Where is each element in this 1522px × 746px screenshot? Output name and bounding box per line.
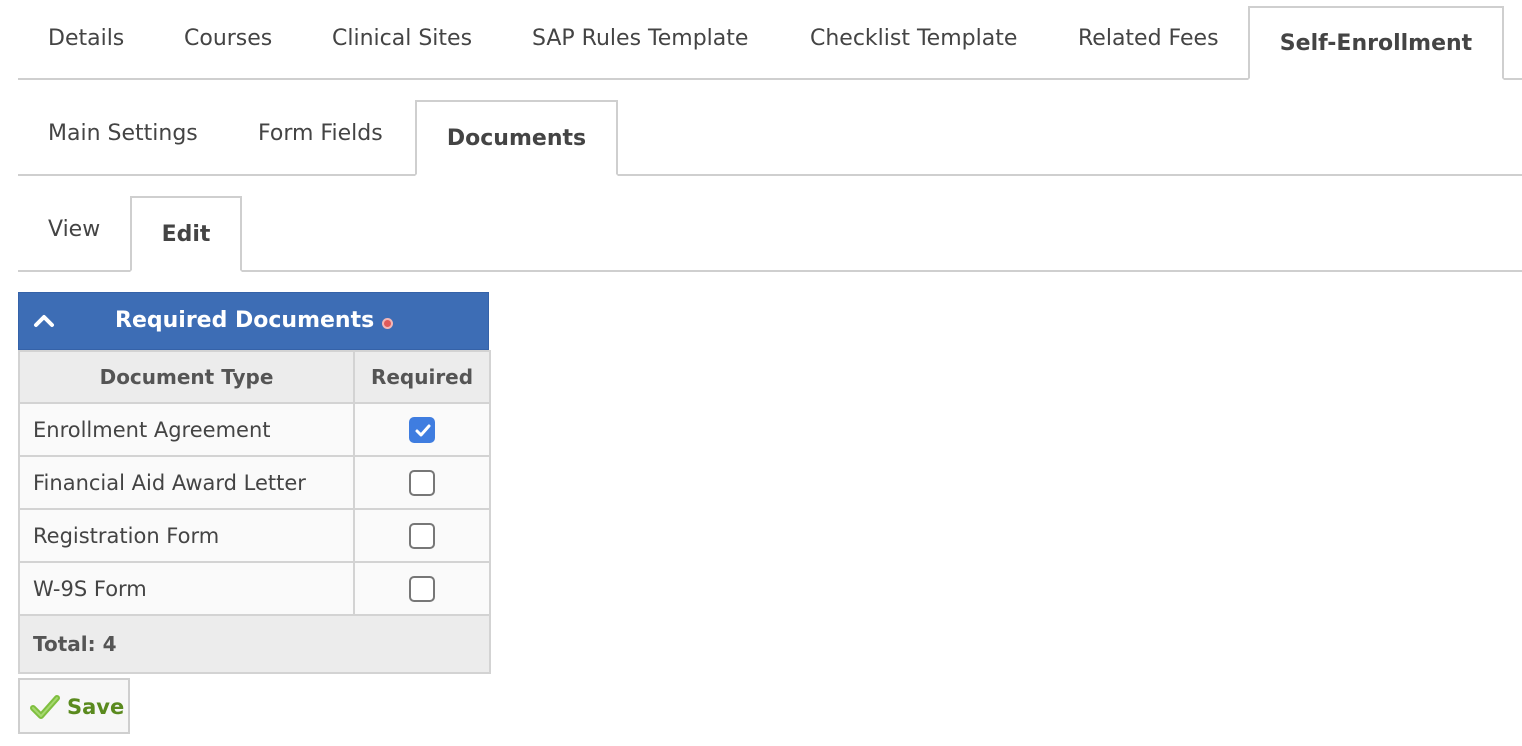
column-header-document-type[interactable]: Document Type bbox=[18, 350, 355, 404]
table-row: Financial Aid Award Letter bbox=[18, 455, 491, 510]
tab-checklist-template[interactable]: Checklist Template bbox=[810, 26, 1017, 51]
save-button[interactable]: Save bbox=[18, 678, 130, 734]
mode-tab-bar: View Edit bbox=[18, 196, 1522, 272]
tab-courses[interactable]: Courses bbox=[184, 26, 272, 51]
column-header-required[interactable]: Required bbox=[353, 350, 491, 404]
tab-self-enrollment[interactable]: Self-Enrollment bbox=[1248, 6, 1504, 80]
table-row: Enrollment Agreement bbox=[18, 402, 491, 457]
document-type-cell: Financial Aid Award Letter bbox=[18, 455, 355, 510]
required-indicator-icon bbox=[382, 318, 393, 329]
documents-table: Document Type Required Enrollment Agreem… bbox=[18, 350, 491, 674]
tab-edit[interactable]: Edit bbox=[130, 196, 242, 272]
secondary-tab-bar: Main Settings Form Fields Documents bbox=[18, 100, 1522, 176]
tab-form-fields[interactable]: Form Fields bbox=[258, 121, 383, 146]
document-type-cell: W-9S Form bbox=[18, 561, 355, 616]
tab-sap-rules-template[interactable]: SAP Rules Template bbox=[532, 26, 748, 51]
required-checkbox[interactable] bbox=[409, 575, 435, 602]
table-row: W-9S Form bbox=[18, 561, 491, 616]
table-footer: Total: 4 bbox=[18, 614, 491, 674]
total-count: Total: 4 bbox=[18, 614, 491, 674]
checkmark-icon bbox=[30, 694, 60, 724]
tab-main-settings[interactable]: Main Settings bbox=[48, 121, 198, 146]
tab-details[interactable]: Details bbox=[48, 26, 124, 51]
chevron-up-icon[interactable] bbox=[33, 310, 55, 332]
tab-documents[interactable]: Documents bbox=[415, 100, 618, 176]
tab-clinical-sites[interactable]: Clinical Sites bbox=[332, 26, 472, 51]
document-type-cell: Registration Form bbox=[18, 508, 355, 563]
required-checkbox[interactable] bbox=[409, 522, 435, 549]
save-button-label: Save bbox=[67, 695, 125, 719]
required-checkbox[interactable] bbox=[409, 416, 435, 443]
primary-tab-bar: Details Courses Clinical Sites SAP Rules… bbox=[18, 6, 1522, 80]
panel-title: Required Documents bbox=[115, 308, 375, 333]
panel-header[interactable]: Required Documents bbox=[18, 292, 489, 350]
table-row: Registration Form bbox=[18, 508, 491, 563]
required-documents-panel: Required Documents Document Type Require… bbox=[18, 292, 491, 674]
document-type-cell: Enrollment Agreement bbox=[18, 402, 355, 457]
tab-view[interactable]: View bbox=[48, 217, 100, 242]
tab-related-fees[interactable]: Related Fees bbox=[1078, 26, 1219, 51]
required-checkbox[interactable] bbox=[409, 469, 435, 496]
